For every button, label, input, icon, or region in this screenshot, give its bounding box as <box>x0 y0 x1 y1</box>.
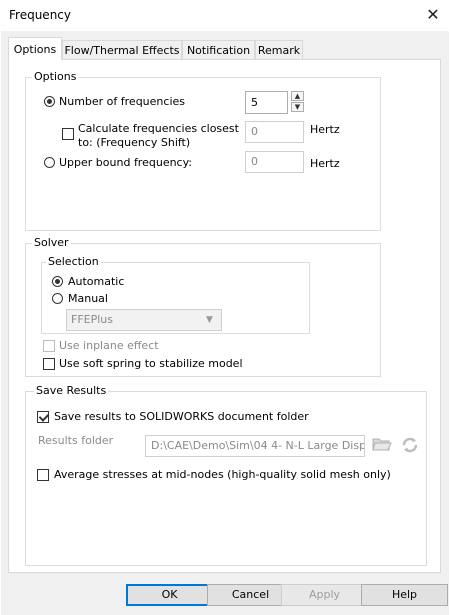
number-of-frequencies-label: Number of frequencies <box>59 95 186 108</box>
save-to-document-folder-label: Save results to SOLIDWORKS document fold… <box>54 410 309 423</box>
tab-options[interactable]: Options <box>8 37 62 60</box>
refresh-icon[interactable] <box>399 436 421 456</box>
manual-radio[interactable] <box>52 293 63 304</box>
upper-bound-frequency-radio[interactable] <box>44 157 55 168</box>
use-inplane-effect-label: Use inplane effect <box>59 339 159 352</box>
upper-bound-frequency-label: Upper bound frequency: <box>59 156 193 169</box>
calculate-closest-unit: Hertz <box>310 123 340 136</box>
calculate-closest-checkbox[interactable] <box>62 128 74 140</box>
ok-button[interactable]: OK <box>126 584 213 606</box>
average-stresses-label: Average stresses at mid-nodes (high-qual… <box>54 468 391 481</box>
spin-down-button[interactable]: ▼ <box>291 102 304 112</box>
results-folder-input[interactable]: D:\CAE\Demo\Sim\04 4- N-L Large Displac <box>145 435 365 457</box>
folder-open-icon[interactable] <box>371 436 393 456</box>
solver-select-value: FFEPlus <box>71 313 113 326</box>
close-icon[interactable]: ✕ <box>420 2 446 28</box>
window-title: Frequency <box>9 8 71 22</box>
chevron-down-icon: ▼ <box>206 315 213 325</box>
calculate-closest-label-line2: to: (Frequency Shift) <box>78 136 191 149</box>
save-to-document-folder-checkbox[interactable] <box>37 411 49 423</box>
number-of-frequencies-radio[interactable] <box>44 96 55 107</box>
automatic-label: Automatic <box>68 275 125 288</box>
help-button[interactable]: Help <box>361 584 448 606</box>
solver-select[interactable]: FFEPlus ▼ <box>66 309 222 331</box>
results-folder-label: Results folder <box>38 434 114 447</box>
spin-up-button[interactable]: ▲ <box>291 91 304 101</box>
apply-button[interactable]: Apply <box>281 584 368 606</box>
selection-group-label: Selection <box>46 255 101 268</box>
options-group-label: Options <box>32 70 79 83</box>
tab-flow-thermal-effects[interactable]: Flow/Thermal Effects <box>62 40 182 59</box>
calculate-closest-label-line1: Calculate frequencies closest <box>78 122 239 135</box>
use-soft-spring-label: Use soft spring to stabilize model <box>59 357 243 370</box>
upper-bound-frequency-unit: Hertz <box>310 157 340 170</box>
average-stresses-checkbox[interactable] <box>37 469 49 481</box>
use-inplane-effect-checkbox[interactable] <box>43 340 55 352</box>
use-soft-spring-checkbox[interactable] <box>43 358 55 370</box>
automatic-radio[interactable] <box>52 276 63 287</box>
manual-label: Manual <box>68 292 108 305</box>
save-results-group-label: Save Results <box>34 384 109 397</box>
tab-notification[interactable]: Notification <box>182 40 255 59</box>
calculate-closest-input[interactable]: 0 <box>245 121 304 143</box>
upper-bound-frequency-input[interactable]: 0 <box>245 151 304 173</box>
solver-group-label: Solver <box>32 236 71 249</box>
tab-remark[interactable]: Remark <box>255 40 303 59</box>
number-of-frequencies-input[interactable]: 5 <box>245 91 288 114</box>
